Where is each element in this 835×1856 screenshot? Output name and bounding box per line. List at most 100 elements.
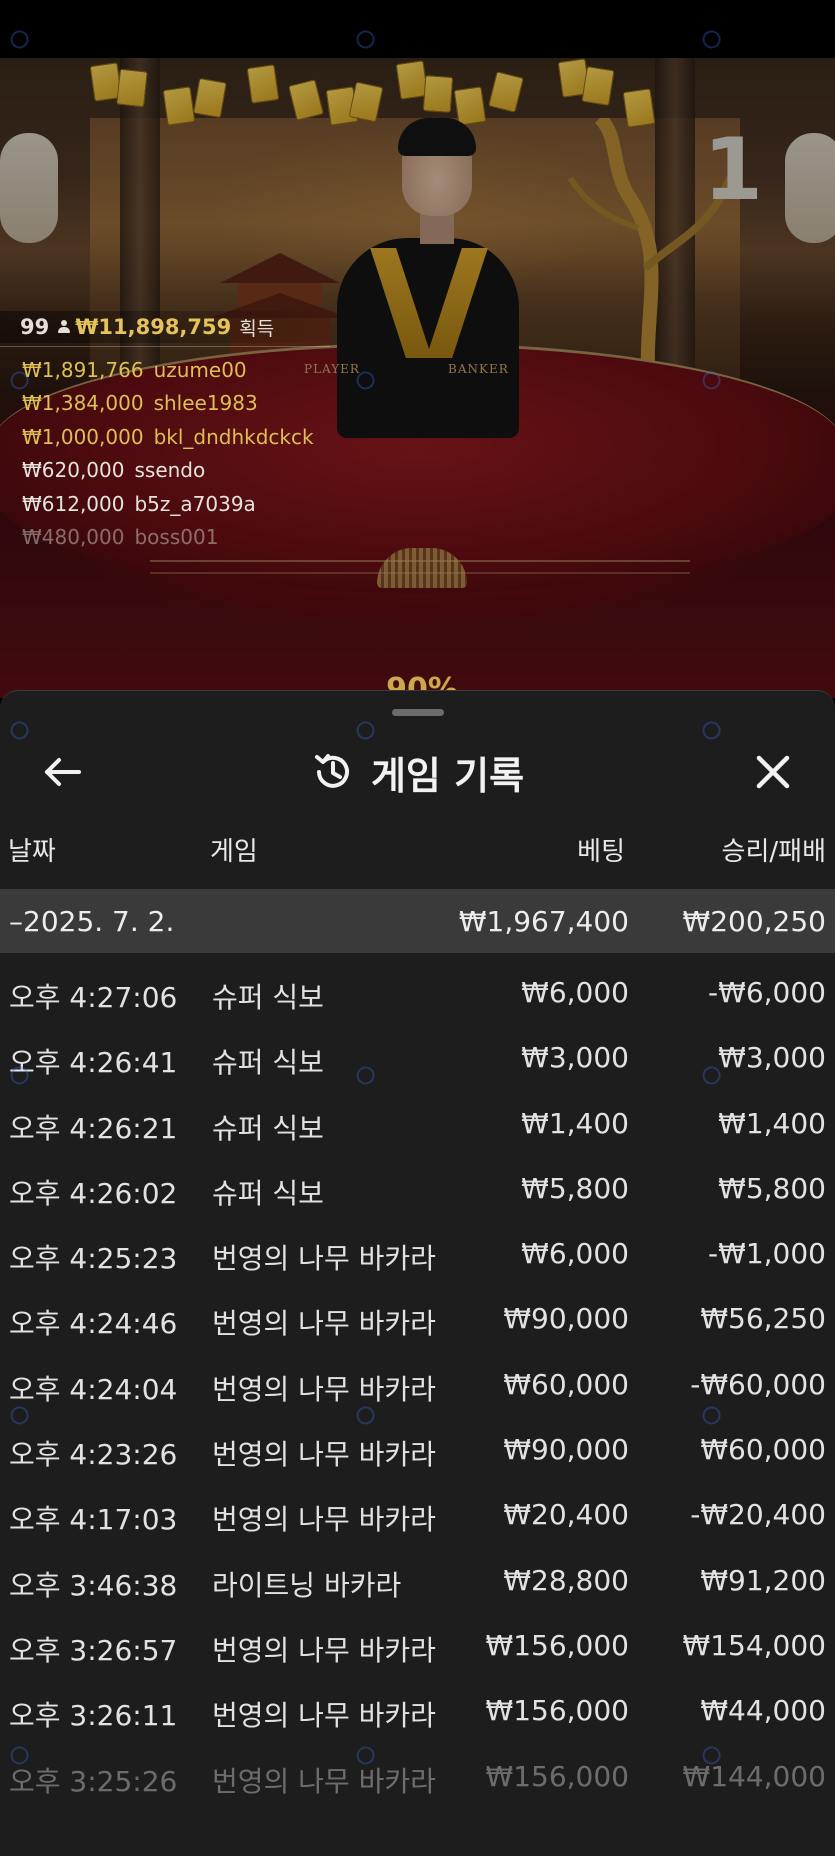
winners-count: 99 [20,315,50,339]
row-game: 번영의 나무 바카라 [212,1372,436,1406]
winners-divider [0,346,330,347]
game-history-sheet: 게임 기록 날짜 게임 베팅 승리/패배 –2025. 7. 2. ₩1,967… [0,690,835,1856]
back-button[interactable] [38,747,88,797]
row-time: 오후 4:24:04 [9,1372,178,1406]
row-game: 번영의 나무 바카라 [212,1242,436,1276]
history-clock-icon [314,754,349,788]
row-game: 번영의 나무 바카라 [212,1699,436,1733]
row-bet: ₩1,400 [521,1106,629,1140]
winner-entry: ₩1,384,000 shlee1983 [22,388,258,418]
row-result: ₩1,400 [718,1106,826,1140]
winner-name: uzume00 [153,358,247,382]
winner-amount: ₩1,000,000 [22,425,144,449]
row-game: 슈퍼 식보 [212,1111,324,1145]
winner-amount: ₩1,384,000 [22,391,144,415]
row-time: 오후 3:25:26 [9,1764,178,1798]
row-time: 오후 3:46:38 [9,1568,178,1602]
history-row[interactable]: 오후 4:24:04 번영의 나무 바카라 ₩60,000 -₩60,000 [0,1351,835,1416]
history-row[interactable]: 오후 4:27:06 슈퍼 식보 ₩6,000 -₩6,000 [0,959,835,1024]
row-time: 오후 4:24:46 [9,1307,178,1341]
sheet-header: 게임 기록 [0,731,835,813]
row-game: 슈퍼 식보 [212,981,324,1014]
history-row[interactable]: 오후 3:46:38 라이트닝 바카라 ₩28,800 ₩91,200 [0,1547,835,1612]
row-bet: ₩6,000 [521,1237,629,1271]
column-header-result: 승리/패배 [721,837,826,867]
row-game: 번영의 나무 바카라 [212,1307,436,1341]
close-button[interactable] [748,747,798,797]
winners-summary: 99 ₩11,898,759 획득 [0,311,360,343]
row-game: 번영의 나무 바카라 [212,1438,436,1472]
row-result: ₩56,250 [700,1302,826,1336]
row-time: 오후 4:26:41 [9,1046,178,1080]
row-bet: ₩5,800 [521,1171,629,1205]
history-row[interactable]: 오후 4:26:02 슈퍼 식보 ₩5,800 ₩5,800 [0,1155,835,1220]
row-result: ₩44,000 [700,1694,826,1728]
history-list: 오후 4:27:06 슈퍼 식보 ₩6,000 -₩6,000 오후 4:26:… [0,959,835,1808]
winner-name: bkl_dndhkdckck [153,425,314,449]
row-result: -₩6,000 [708,976,826,1009]
column-header-bet: 베팅 [577,837,625,867]
summary-bet-total: ₩1,967,400 [458,905,629,938]
row-result: ₩3,000 [718,1041,826,1075]
row-time: 오후 3:26:11 [9,1699,178,1733]
history-row[interactable]: 오후 4:24:46 번영의 나무 바카라 ₩90,000 ₩56,250 [0,1285,835,1350]
row-time: 오후 4:27:06 [9,981,178,1014]
winner-entry: ₩480,000 boss001 [22,522,218,552]
history-row[interactable]: 오후 4:25:23 번영의 나무 바카라 ₩6,000 -₩1,000 [0,1220,835,1285]
sheet-drag-handle[interactable] [392,709,444,716]
row-game: 라이트닝 바카라 [212,1568,402,1602]
row-bet: ₩156,000 [485,1628,629,1662]
row-result: -₩60,000 [690,1367,826,1401]
status-bar [0,0,835,58]
row-bet: ₩60,000 [503,1367,629,1401]
row-time: 오후 4:17:03 [9,1503,178,1537]
history-row[interactable]: 오후 4:17:03 번영의 나무 바카라 ₩20,400 -₩20,400 [0,1481,835,1546]
winner-name: shlee1983 [153,391,258,415]
summary-date: –2025. 7. 2. [9,905,175,938]
live-casino-screen: PLAYER BANKER 1 99 ₩11,898,759 획득 ₩1,891… [0,0,835,1856]
row-time: 오후 4:23:26 [9,1438,178,1472]
winner-amount: ₩612,000 [22,492,125,516]
winner-name: boss001 [134,525,219,549]
column-header-game: 게임 [210,837,258,867]
winners-label: 획득 [239,317,275,340]
row-result: ₩91,200 [700,1563,826,1597]
history-row[interactable]: 오후 3:25:26 번영의 나무 바카라 ₩156,000 ₩144,000 [0,1743,835,1808]
row-result: ₩154,000 [682,1628,826,1662]
close-icon [756,755,790,789]
history-row[interactable]: 오후 3:26:11 번영의 나무 바카라 ₩156,000 ₩44,000 [0,1677,835,1742]
history-row[interactable]: 오후 4:23:26 번영의 나무 바카라 ₩90,000 ₩60,000 [0,1416,835,1481]
column-header-date: 날짜 [8,837,56,867]
winner-entry: ₩1,891,766 uzume00 [22,355,247,385]
row-game: 슈퍼 식보 [212,1046,324,1080]
row-game: 번영의 나무 바카라 [212,1764,436,1798]
sheet-title: 게임 기록 [370,753,525,798]
row-bet: ₩90,000 [503,1433,629,1467]
row-bet: ₩90,000 [503,1302,629,1336]
row-time: 오후 3:26:57 [9,1633,178,1667]
summary-result-total: ₩200,250 [682,905,826,938]
date-summary-row[interactable]: –2025. 7. 2. ₩1,967,400 ₩200,250 [0,889,835,953]
arrow-left-icon [45,758,81,786]
winner-amount: ₩1,891,766 [22,358,144,382]
row-bet: ₩28,800 [503,1563,629,1597]
row-bet: ₩156,000 [485,1694,629,1728]
row-bet: ₩20,400 [503,1498,629,1532]
winners-total: ₩11,898,759 [75,315,232,339]
history-row[interactable]: 오후 4:26:41 슈퍼 식보 ₩3,000 ₩3,000 [0,1024,835,1089]
row-time: 오후 4:25:23 [9,1242,178,1276]
history-row[interactable]: 오후 3:26:57 번영의 나무 바카라 ₩156,000 ₩154,000 [0,1612,835,1677]
winner-amount: ₩620,000 [22,458,125,482]
sheet-title-group: 게임 기록 [0,731,835,813]
history-row[interactable]: 오후 4:26:21 슈퍼 식보 ₩1,400 ₩1,400 [0,1090,835,1155]
peek-indicator-text: 90% [386,672,458,690]
row-bet: ₩156,000 [485,1759,629,1793]
row-result: -₩20,400 [690,1498,826,1532]
winner-amount: ₩480,000 [22,525,125,549]
winner-entry: ₩620,000 ssendo [22,455,205,485]
row-game: 번영의 나무 바카라 [212,1633,436,1667]
row-time: 오후 4:26:02 [9,1176,178,1210]
winner-entry: ₩612,000 b5z_a7039a [22,489,256,519]
row-time: 오후 4:26:21 [9,1111,178,1145]
person-icon [57,319,71,335]
